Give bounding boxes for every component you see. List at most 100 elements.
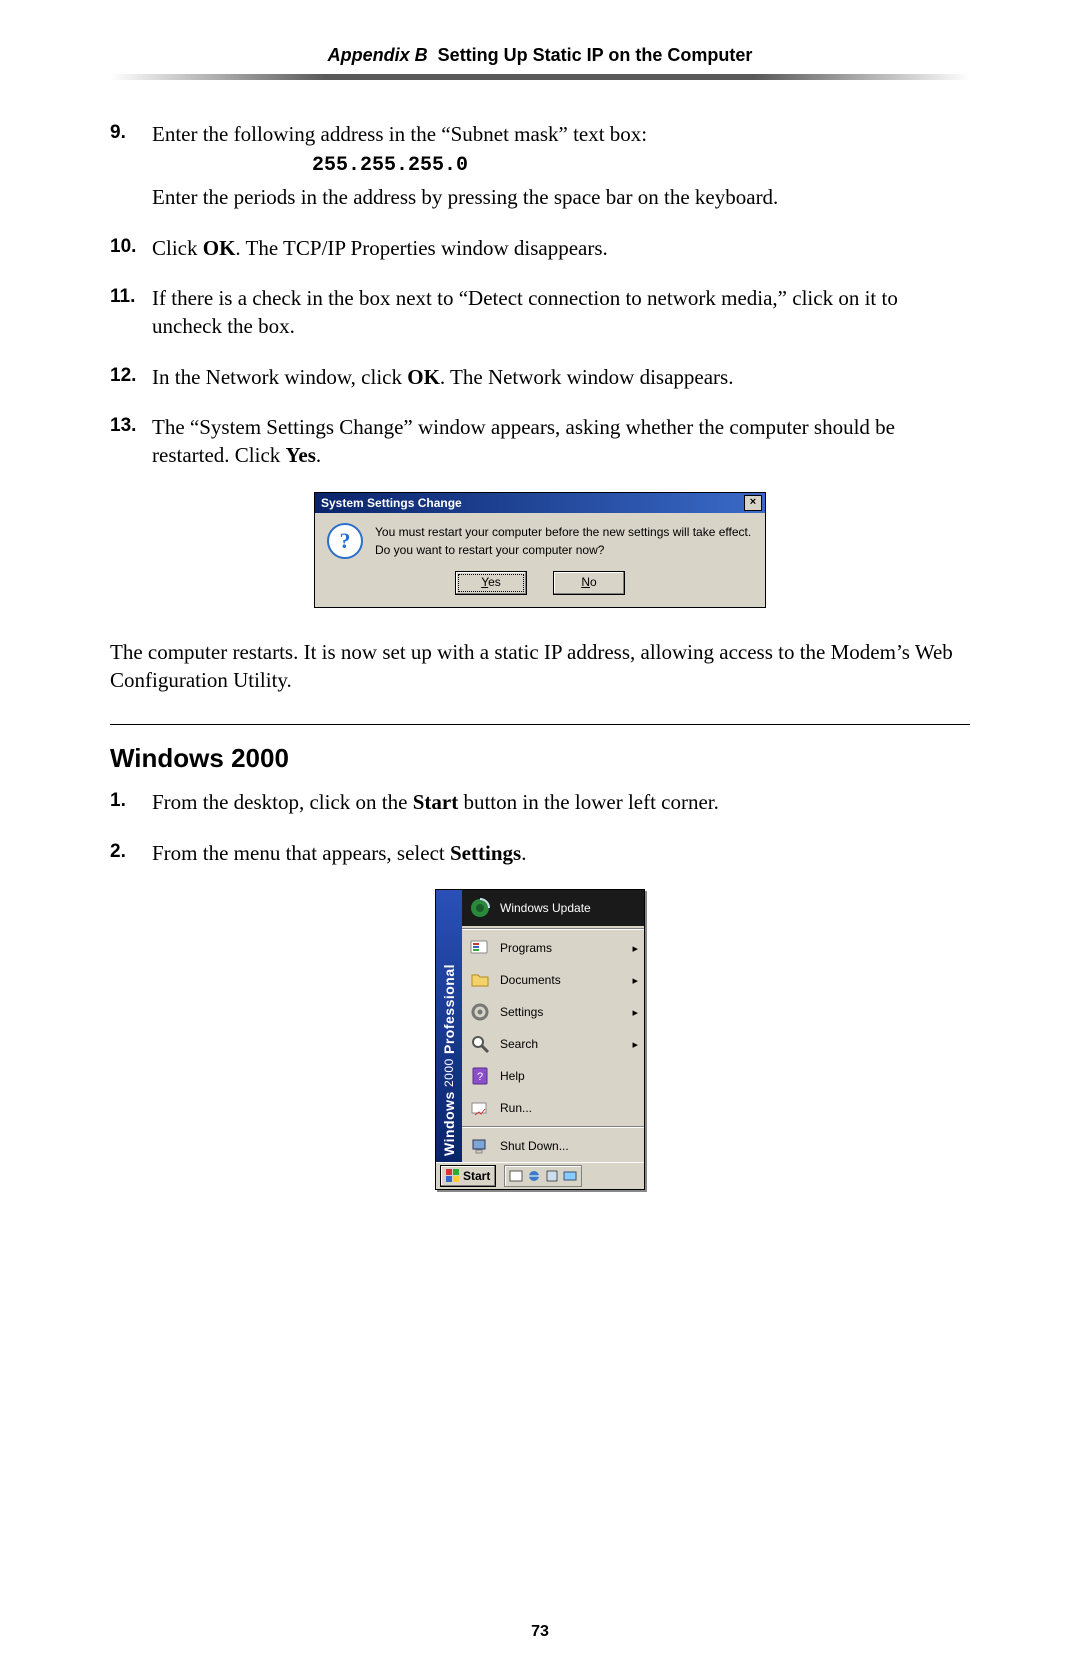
start-label-ref: Start <box>413 790 459 814</box>
ok-label: OK <box>407 365 440 389</box>
running-header: Appendix B Setting Up Static IP on the C… <box>110 45 970 66</box>
step-number: 11. <box>110 284 152 341</box>
step-number: 1. <box>110 788 152 816</box>
menu-label: Settings <box>500 1005 624 1019</box>
start-menu-banner: Windows 2000 Professional <box>436 890 462 1162</box>
instruction-list-b: 1. From the desktop, click on the Start … <box>110 788 970 867</box>
section-divider <box>110 724 970 725</box>
step-text: From the menu that appears, select <box>152 841 450 865</box>
menu-item-programs[interactable]: Programs <box>462 932 644 964</box>
tray-icon[interactable] <box>509 1169 523 1183</box>
tray-icon[interactable] <box>563 1169 577 1183</box>
shutdown-icon <box>468 1134 492 1158</box>
question-icon: ? <box>327 523 363 559</box>
submenu-arrow-icon <box>632 1005 638 1019</box>
settings-label-ref: Settings <box>450 841 521 865</box>
yes-button[interactable]: Yes <box>455 571 527 595</box>
taskbar: Start <box>436 1162 644 1189</box>
step-text: From the desktop, click on the <box>152 790 413 814</box>
tray-ie-icon[interactable] <box>527 1169 541 1183</box>
step-9: 9. Enter the following address in the “S… <box>110 120 970 212</box>
step-text: . <box>521 841 526 865</box>
start-menu-items: Windows Update Programs <box>462 890 644 1162</box>
tray-icon[interactable] <box>545 1169 559 1183</box>
dialog-buttons: Yes No <box>315 565 765 607</box>
menu-item-settings[interactable]: Settings <box>462 996 644 1028</box>
menu-label: Windows Update <box>500 901 638 915</box>
start-button-label: Start <box>463 1169 490 1183</box>
step-text: . The Network window disappears. <box>440 365 734 389</box>
banner-windows: Windows <box>441 1091 457 1156</box>
menu-label: Shut Down... <box>500 1139 638 1153</box>
step-number: 10. <box>110 234 152 262</box>
settings-icon <box>468 1000 492 1024</box>
menu-item-shutdown[interactable]: Shut Down... <box>462 1130 644 1162</box>
step-text: The “System Settings Change” window appe… <box>152 415 895 467</box>
step-text: . The TCP/IP Properties window disappear… <box>235 236 607 260</box>
dialog-content: ? You must restart your computer before … <box>315 513 765 565</box>
step-11: 11. If there is a check in the box next … <box>110 284 970 341</box>
globe-update-icon <box>468 896 492 920</box>
step-text: Click <box>152 236 203 260</box>
step-text: In the Network window, click <box>152 365 407 389</box>
dialog-line1: You must restart your computer before th… <box>375 523 751 541</box>
step-text: Enter the periods in the address by pres… <box>152 185 778 209</box>
step-text: . <box>316 443 321 467</box>
instruction-list-a: 9. Enter the following address in the “S… <box>110 120 970 470</box>
step-13: 13. The “System Settings Change” window … <box>110 413 970 470</box>
close-button[interactable]: × <box>744 495 762 511</box>
step-number: 9. <box>110 120 152 212</box>
dialog-title: System Settings Change <box>321 496 462 510</box>
step-text: button in the lower left corner. <box>458 790 719 814</box>
system-settings-change-dialog: System Settings Change × ? You must rest… <box>314 492 766 608</box>
banner-2000: 2000 <box>442 1058 456 1087</box>
submenu-arrow-icon <box>632 941 638 955</box>
submenu-arrow-icon <box>632 973 638 987</box>
start-button[interactable]: Start <box>440 1165 496 1187</box>
quick-launch-tray <box>504 1165 582 1187</box>
menu-item-help[interactable]: ? Help <box>462 1060 644 1092</box>
menu-item-run[interactable]: Run... <box>462 1092 644 1124</box>
dialog-message: You must restart your computer before th… <box>375 523 751 559</box>
step-b1: 1. From the desktop, click on the Start … <box>110 788 970 816</box>
windows-logo-icon <box>446 1169 460 1183</box>
step-number: 12. <box>110 363 152 391</box>
menu-item-windows-update[interactable]: Windows Update <box>462 890 644 926</box>
menu-label: Programs <box>500 941 624 955</box>
submenu-arrow-icon <box>632 1037 638 1051</box>
help-icon: ? <box>468 1064 492 1088</box>
header-rule <box>110 74 970 80</box>
step-12: 12. In the Network window, click OK. The… <box>110 363 970 391</box>
section-heading-windows-2000: Windows 2000 <box>110 743 970 774</box>
yes-label: Yes <box>286 443 316 467</box>
document-page: Appendix B Setting Up Static IP on the C… <box>0 0 1080 1669</box>
menu-label: Help <box>500 1069 638 1083</box>
run-icon <box>468 1096 492 1120</box>
menu-separator <box>462 928 644 930</box>
page-number: 73 <box>0 1623 1080 1641</box>
menu-item-documents[interactable]: Documents <box>462 964 644 996</box>
menu-label: Run... <box>500 1101 638 1115</box>
subnet-mask-value: 255.255.255.0 <box>312 152 970 179</box>
ok-label: OK <box>203 236 236 260</box>
start-menu-figure: Windows 2000 Professional Windows Update <box>110 889 970 1190</box>
step-text: Enter the following address in the “Subn… <box>152 122 647 146</box>
svg-text:?: ? <box>477 1071 483 1083</box>
appendix-label: Appendix B <box>328 45 428 65</box>
step-10: 10. Click OK. The TCP/IP Properties wind… <box>110 234 970 262</box>
menu-label: Search <box>500 1037 624 1051</box>
menu-label: Documents <box>500 973 624 987</box>
menu-separator <box>462 1126 644 1128</box>
no-button[interactable]: No <box>553 571 625 595</box>
documents-icon <box>468 968 492 992</box>
search-icon <box>468 1032 492 1056</box>
step-number: 13. <box>110 413 152 470</box>
banner-professional: Professional <box>441 964 457 1054</box>
dialog-figure: System Settings Change × ? You must rest… <box>110 492 970 608</box>
menu-item-search[interactable]: Search <box>462 1028 644 1060</box>
dialog-line2: Do you want to restart your computer now… <box>375 541 751 559</box>
post-dialog-paragraph: The computer restarts. It is now set up … <box>110 638 970 695</box>
step-number: 2. <box>110 839 152 867</box>
step-text: If there is a check in the box next to “… <box>152 284 970 341</box>
step-b2: 2. From the menu that appears, select Se… <box>110 839 970 867</box>
